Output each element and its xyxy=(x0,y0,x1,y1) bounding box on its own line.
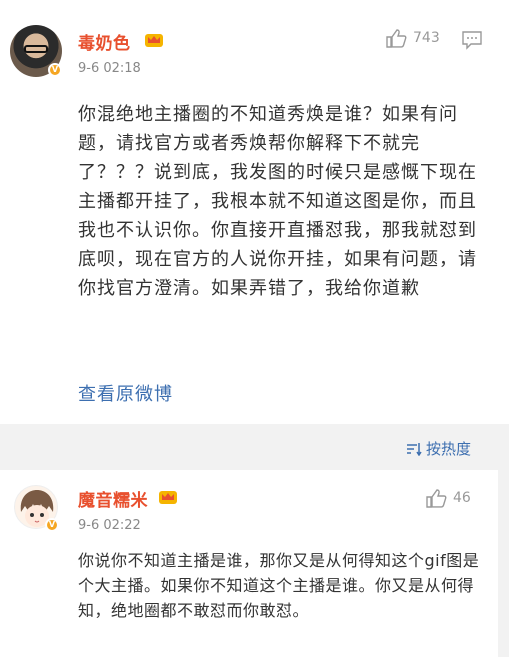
view-original-link[interactable]: 查看原微博 xyxy=(78,380,173,406)
reply-time: 9-6 02:22 xyxy=(78,518,141,533)
comment-time: 9-6 02:18 xyxy=(78,61,141,76)
comment-username[interactable]: 毒奶色 xyxy=(78,29,131,54)
like-button[interactable]: 743 xyxy=(385,28,440,48)
reply-username[interactable]: 魔音糯米 xyxy=(78,486,148,511)
reply-item: V 魔音糯米 9-6 02:22 46 你说你不知道主播是谁，那你又是从何得知这… xyxy=(0,470,498,657)
verified-badge-icon: V xyxy=(45,518,59,532)
reply-body: 你说你不知道主播是谁，那你又是从何得知这个gif图是个大主播。如果你不知道这个主… xyxy=(78,551,480,620)
crown-badge-icon xyxy=(145,34,163,47)
comment-icon[interactable] xyxy=(461,30,483,50)
thumbs-up-icon xyxy=(426,489,447,508)
reply-like-button[interactable]: 46 xyxy=(425,488,471,508)
sort-label: 按热度 xyxy=(425,440,471,458)
sort-icon xyxy=(406,442,422,456)
like-count: 743 xyxy=(413,30,440,46)
reply-like-count: 46 xyxy=(453,490,471,506)
thumbs-up-icon xyxy=(386,29,407,48)
sort-by-hot-button[interactable]: 按热度 xyxy=(406,438,471,459)
replies-section: 按热度 V 魔音糯米 9-6 02:22 46 你说你不知道主播是谁，那你又是从… xyxy=(0,424,509,657)
verified-badge-icon: V xyxy=(48,63,62,77)
main-comment: V 毒奶色 9-6 02:18 743 你混绝地主播圈的不知道秀焕是谁？如果有问… xyxy=(0,0,509,424)
comment-body: 你混绝地主播圈的不知道秀焕是谁？如果有问题，请找官方或者秀焕帮你解释下不就完了？… xyxy=(78,104,477,299)
avatar-glasses xyxy=(24,45,48,53)
crown-badge-icon xyxy=(159,491,177,504)
